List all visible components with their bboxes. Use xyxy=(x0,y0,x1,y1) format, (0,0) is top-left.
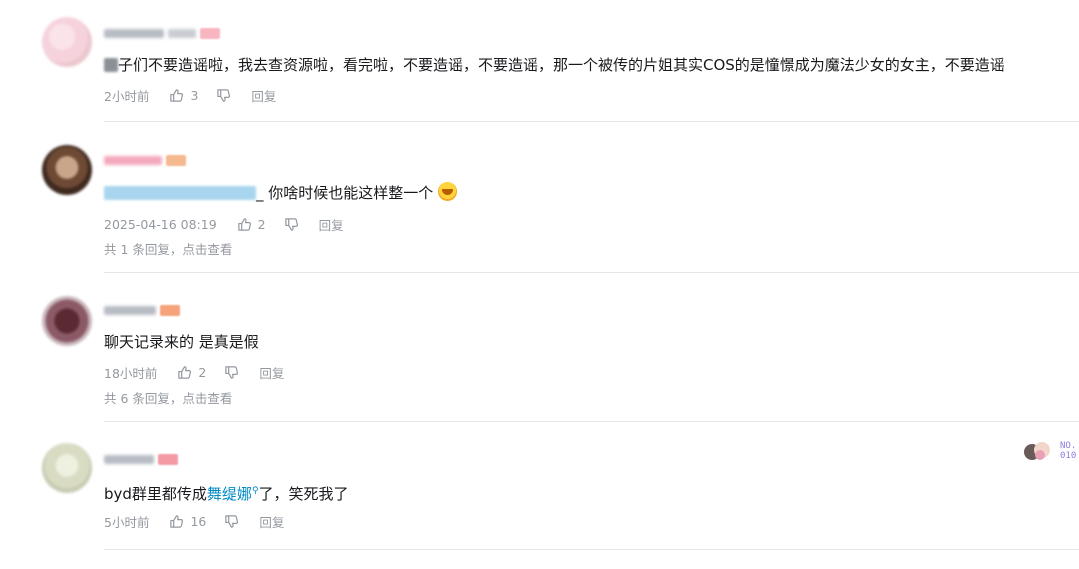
comment-meta: 5小时前 16 回复 xyxy=(104,512,284,531)
comment-time: 2025-04-16 08:19 xyxy=(104,217,217,232)
reply-button[interactable]: 回复 xyxy=(259,363,284,382)
like-button[interactable]: 16 xyxy=(169,514,206,529)
like-button[interactable]: 2 xyxy=(177,365,206,380)
dislike-button[interactable] xyxy=(224,365,239,380)
like-count: 3 xyxy=(190,88,199,103)
like-button[interactable]: 3 xyxy=(169,88,198,103)
comment-text: 子们不要造谣啦，我去查资源啦，看完啦，不要造谣，不要造谣，那一个被传的片姐其实C… xyxy=(104,54,1005,76)
dislike-button[interactable] xyxy=(224,514,239,529)
like-button[interactable]: 2 xyxy=(237,217,266,232)
comment-meta: 2025-04-16 08:19 2 回复 xyxy=(104,215,344,234)
dislike-button[interactable] xyxy=(284,217,299,232)
view-replies-link[interactable]: 共 6 条回复，点击查看 xyxy=(104,388,232,407)
comment-text: byd群里都传成舞缇娜⚲了，笑死我了 xyxy=(104,485,349,503)
divider xyxy=(104,421,1079,422)
avatar[interactable] xyxy=(42,145,92,195)
emoji-icon xyxy=(438,182,458,201)
reply-button[interactable]: 回复 xyxy=(319,215,344,234)
thumbs-down-icon xyxy=(225,515,239,528)
comment-time: 18小时前 xyxy=(104,366,158,381)
username[interactable] xyxy=(104,304,180,316)
avatar[interactable] xyxy=(42,443,92,493)
like-count: 16 xyxy=(190,514,207,529)
fan-badge-icon xyxy=(1022,437,1052,467)
divider xyxy=(104,549,1079,550)
avatar[interactable] xyxy=(42,296,92,346)
like-count: 2 xyxy=(257,217,266,232)
thumbs-down-icon xyxy=(225,366,239,379)
comment-meta: 2小时前 3 回复 xyxy=(104,86,276,105)
thumbs-down-icon xyxy=(217,89,231,102)
comment-text: 聊天记录来的 是真是假 xyxy=(104,333,259,351)
divider xyxy=(104,272,1079,273)
dislike-button[interactable] xyxy=(216,88,231,103)
comment-meta: 18小时前 2 回复 xyxy=(104,363,284,382)
avatar[interactable] xyxy=(42,17,92,67)
thumbs-up-icon xyxy=(178,366,192,379)
reply-button[interactable]: 回复 xyxy=(251,86,276,105)
divider xyxy=(104,121,1079,122)
comment-time: 2小时前 xyxy=(104,89,150,104)
username[interactable] xyxy=(104,453,178,465)
like-count: 2 xyxy=(198,365,207,380)
thumbs-up-icon xyxy=(170,515,184,528)
thumbs-up-icon xyxy=(237,218,251,231)
reply-button[interactable]: 回复 xyxy=(259,512,284,531)
fan-badge-number: NO. 010 xyxy=(1060,441,1077,461)
username[interactable] xyxy=(104,154,186,166)
view-replies-link[interactable]: 共 1 条回复，点击查看 xyxy=(104,239,232,258)
comment-text: _ 你啥时候也能这样整一个 xyxy=(104,182,458,204)
thumbs-down-icon xyxy=(284,218,298,231)
thumbs-up-icon xyxy=(170,89,184,102)
username[interactable] xyxy=(104,27,220,39)
search-icon[interactable]: ⚲ xyxy=(252,486,259,496)
keyword-link[interactable]: 舞缇娜 xyxy=(207,485,252,503)
comment-time: 5小时前 xyxy=(104,515,150,530)
